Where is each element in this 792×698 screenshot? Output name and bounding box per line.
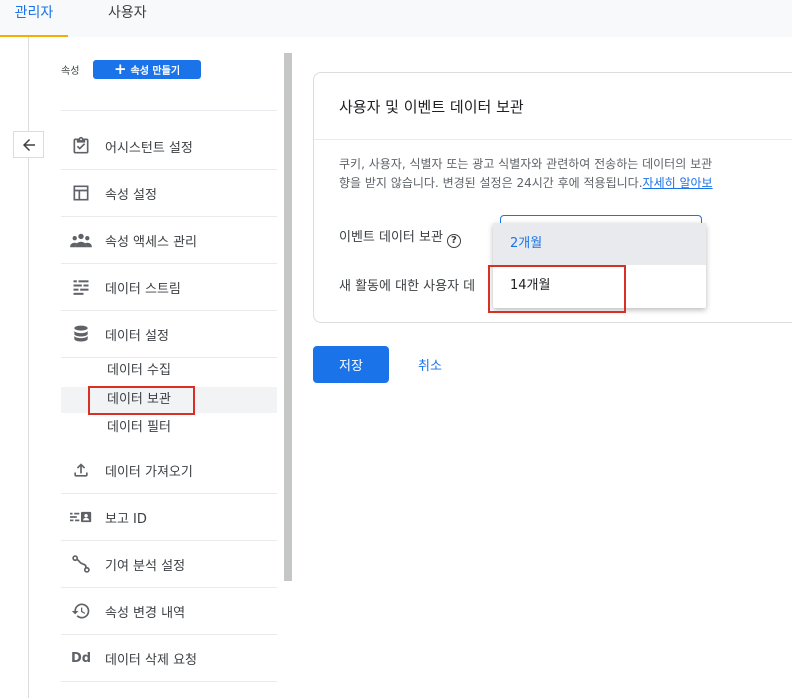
event-retention-row: 이벤트 데이터 보관? (339, 226, 461, 248)
card-description: 쿠키, 사용자, 식별자 또는 광고 식별자와 관련하여 전송하는 데이터의 보… (339, 155, 792, 193)
sidebar-subitem-data-retention[interactable]: 데이터 보관 (61, 387, 277, 413)
card-title: 사용자 및 이벤트 데이터 보관 (339, 98, 524, 116)
upload-icon (70, 459, 92, 481)
nav-divider (61, 681, 277, 682)
tab-admin-indicator (0, 35, 68, 37)
dropdown-option-2-months[interactable]: 2개월 (493, 223, 706, 265)
retention-dropdown-menu: 2개월 14개월 (493, 223, 706, 308)
sidebar-subitem-data-filters[interactable]: 데이터 필터 (61, 415, 277, 441)
save-button[interactable]: 저장 (313, 346, 389, 383)
sidebar-item-label: 속성 액세스 관리 (105, 234, 197, 250)
card-divider (314, 139, 792, 140)
data-deletion-icon-text: Dd (70, 650, 92, 666)
sidebar-item-assistant[interactable]: 어시스턴트 설정 (61, 123, 277, 169)
data-stream-icon (70, 276, 92, 298)
sidebar-item-access-management[interactable]: 속성 액세스 관리 (61, 217, 277, 263)
history-icon (70, 600, 92, 622)
people-group-icon (70, 229, 92, 251)
event-retention-label: 이벤트 데이터 보관 (339, 230, 443, 245)
clipboard-check-icon (70, 135, 92, 157)
id-card-icon (70, 506, 92, 528)
sidebar-item-change-history[interactable]: 속성 변경 내역 (61, 588, 277, 634)
tab-admin-label: 관리자 (14, 5, 54, 21)
sidebar-item-label: 데이터 가져오기 (105, 464, 193, 480)
tab-admin[interactable]: 관리자 (0, 0, 68, 37)
tab-user[interactable]: 사용자 (108, 0, 147, 37)
create-property-button[interactable]: + 속성 만들기 (93, 60, 201, 79)
learn-more-link[interactable]: 자세히 알아보 (643, 176, 713, 190)
web-layout-icon (70, 182, 92, 204)
data-deletion-icon: Dd (70, 647, 92, 669)
cancel-button[interactable]: 취소 (404, 346, 456, 383)
sidebar-item-data-deletion[interactable]: Dd 데이터 삭제 요청 (61, 635, 277, 681)
tab-user-label: 사용자 (108, 5, 147, 21)
sidebar-item-data-streams[interactable]: 데이터 스트림 (61, 264, 277, 310)
sidebar-item-label: 데이터 스트림 (105, 281, 181, 297)
create-property-label: 속성 만들기 (130, 66, 181, 77)
sidebar-item-data-import[interactable]: 데이터 가져오기 (61, 447, 277, 493)
sidebar-item-label: 속성 변경 내역 (105, 605, 186, 621)
arrow-back-icon (22, 138, 35, 151)
help-icon[interactable]: ? (446, 233, 461, 248)
reset-on-activity-label: 새 활동에 대한 사용자 데 (339, 279, 476, 294)
description-line-1: 쿠키, 사용자, 식별자 또는 광고 식별자와 관련하여 전송하는 데이터의 보… (339, 157, 713, 171)
sidebar-item-label: 어시스턴트 설정 (105, 140, 193, 156)
sidebar-item-data-settings[interactable]: 데이터 설정 (61, 311, 277, 357)
route-icon (70, 553, 92, 575)
top-tab-bar: 관리자 사용자 (0, 0, 792, 37)
sidebar-item-label: 데이터 삭제 요청 (105, 652, 197, 668)
sidebar-item-label: 보고 ID (105, 511, 147, 527)
description-line-2-text: 향을 받지 않습니다. 변경된 설정은 24시간 후에 적용됩니다. (339, 176, 643, 190)
sidebar-item-label: 데이터 설정 (105, 328, 169, 344)
plus-icon: + (113, 60, 127, 78)
database-icon (70, 323, 92, 345)
back-button[interactable] (13, 131, 44, 158)
dropdown-option-14-months[interactable]: 14개월 (493, 265, 706, 307)
sidebar-item-reporting-id[interactable]: 보고 ID (61, 494, 277, 540)
nav-divider (61, 110, 277, 111)
sidebar-subitem-data-collection[interactable]: 데이터 수집 (61, 358, 277, 384)
description-line-2: 향을 받지 않습니다. 변경된 설정은 24시간 후에 적용됩니다.자세히 알아… (339, 174, 792, 193)
property-label: 속성 (61, 66, 80, 77)
sidebar-scrollbar[interactable] (284, 53, 292, 581)
sidebar-item-attribution-settings[interactable]: 기여 분석 설정 (61, 541, 277, 587)
sidebar-item-label: 기여 분석 설정 (105, 558, 186, 574)
sidebar-item-property-settings[interactable]: 속성 설정 (61, 170, 277, 216)
sidebar-item-label: 속성 설정 (105, 187, 157, 203)
